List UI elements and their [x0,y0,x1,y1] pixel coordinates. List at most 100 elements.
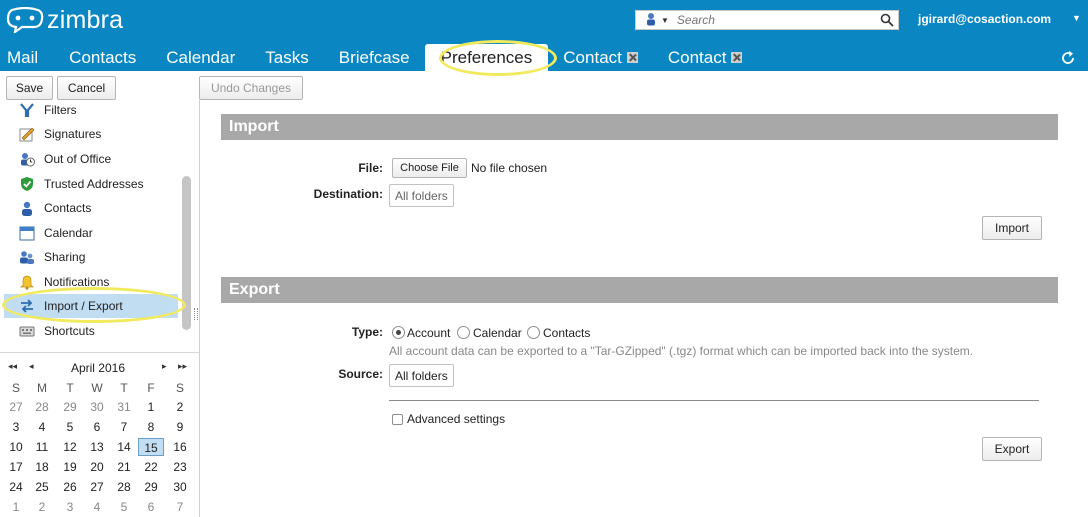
calendar-day[interactable]: 2 [167,398,193,416]
calendar-day[interactable]: 26 [57,478,83,496]
calendar-day[interactable]: 24 [3,478,29,496]
close-tab-icon[interactable] [731,52,743,63]
source-folder-select[interactable]: All folders [389,364,454,387]
calendar-day[interactable]: 1 [138,398,164,416]
search-icon[interactable] [880,13,894,30]
calendar-day[interactable]: 3 [3,418,29,436]
sidebar-item-label: Out of Office [44,152,112,166]
sidebar-item-notifications[interactable]: Notifications [0,270,180,294]
caret-down-icon[interactable]: ▼ [1072,13,1081,23]
tab-contacts[interactable]: Contacts [54,44,151,71]
search-box[interactable]: ▼ [635,10,899,30]
calendar-day[interactable]: 25 [29,478,55,496]
zimbra-logo[interactable]: zimbra [6,6,123,34]
calendar-day[interactable]: 21 [111,458,137,476]
cancel-button[interactable]: Cancel [57,76,116,100]
calendar-day[interactable]: 16 [167,438,193,456]
save-button[interactable]: Save [6,76,53,100]
calendar-day[interactable]: 5 [111,498,137,516]
refresh-icon[interactable] [1059,49,1077,70]
calendar-day[interactable]: 6 [138,498,164,516]
divider [0,352,199,353]
advanced-settings-checkbox[interactable] [392,414,403,425]
tab-mail[interactable]: Mail [0,44,54,71]
user-account-name[interactable]: jgirard@cosaction.com [918,12,1051,26]
calendar-day[interactable]: 14 [111,438,137,456]
type-account-label[interactable]: Account [407,326,450,340]
calendar-day[interactable]: 2 [29,498,55,516]
sidebar-item-sharing[interactable]: Sharing [0,245,180,269]
type-calendar-label[interactable]: Calendar [473,326,522,340]
tab-contact-2[interactable]: Contact [653,44,758,71]
destination-label: Destination: [313,187,383,201]
tab-briefcase[interactable]: Briefcase [324,44,425,71]
sidebar-item-out-of-office[interactable]: Out of Office [0,147,180,171]
choose-file-button[interactable]: Choose File [392,158,467,178]
calendar-day[interactable]: 28 [111,478,137,496]
calendar-day[interactable]: 9 [167,418,193,436]
sidebar-item-trusted-addresses[interactable]: Trusted Addresses [0,172,180,196]
calendar-day[interactable]: 8 [138,418,164,436]
calendar-day[interactable]: 4 [29,418,55,436]
advanced-settings-label[interactable]: Advanced settings [407,412,505,426]
sidebar-item-filters[interactable]: Filters [0,100,180,122]
tab-tasks[interactable]: Tasks [250,44,323,71]
type-calendar-radio[interactable] [457,326,470,339]
search-type-caret-icon[interactable]: ▼ [661,16,669,25]
calendar-day[interactable]: 5 [57,418,83,436]
calendar-day[interactable]: 27 [3,398,29,416]
calendar-day[interactable]: 15 [138,438,164,456]
sidebar-item-contacts[interactable]: Contacts [0,196,180,220]
search-type-person-icon[interactable] [646,12,656,29]
calendar-day[interactable]: 7 [167,498,193,516]
sidebar-scrollbar[interactable] [182,176,191,330]
weekday-header: F [147,381,155,395]
export-type-hint: All account data can be exported to a "T… [389,344,974,358]
next-year-icon[interactable]: ▸▸ [178,361,187,372]
calendar-day[interactable]: 29 [57,398,83,416]
pane-splitter-handle[interactable] [194,308,198,320]
sidebar-item-label: Notifications [44,275,110,289]
calendar-day[interactable]: 27 [84,478,110,496]
calendar-day[interactable]: 19 [57,458,83,476]
sidebar-item-signatures[interactable]: Signatures [0,122,180,146]
calendar-day[interactable]: 12 [57,438,83,456]
calendar-day[interactable]: 4 [84,498,110,516]
tab-preferences[interactable]: Preferences [424,44,549,71]
close-tab-icon[interactable] [626,52,638,63]
calendar-day[interactable]: 22 [138,458,164,476]
calendar-day[interactable]: 31 [111,398,137,416]
calendar-day[interactable]: 10 [3,438,29,456]
calendar-day[interactable]: 28 [29,398,55,416]
import-export-icon [17,297,37,315]
calendar-day[interactable]: 30 [167,478,193,496]
calendar-day[interactable]: 11 [29,438,55,456]
type-account-radio[interactable] [392,326,405,339]
calendar-day[interactable]: 7 [111,418,137,436]
calendar-day[interactable]: 30 [84,398,110,416]
export-button[interactable]: Export [982,437,1042,461]
undo-changes-button[interactable]: Undo Changes [199,76,303,100]
calendar-day[interactable]: 29 [138,478,164,496]
contact-person-icon [17,199,37,217]
calendar-day[interactable]: 1 [3,498,29,516]
tab-contact-1[interactable]: Contact [548,44,653,71]
mini-calendar-header: ◂◂ ◂ April 2016 ▸ ▸▸ [0,360,196,376]
tab-calendar[interactable]: Calendar [151,44,250,71]
import-button[interactable]: Import [982,216,1042,240]
calendar-day[interactable]: 13 [84,438,110,456]
sidebar-item-import-export[interactable]: Import / Export [4,294,178,318]
calendar-day[interactable]: 18 [29,458,55,476]
sidebar-item-shortcuts[interactable]: Shortcuts [0,319,180,343]
sidebar-item-calendar[interactable]: Calendar [0,221,180,245]
type-contacts-radio[interactable] [527,326,540,339]
destination-folder-select[interactable]: All folders [389,184,454,207]
calendar-day[interactable]: 17 [3,458,29,476]
calendar-day[interactable]: 3 [57,498,83,516]
calendar-day[interactable]: 23 [167,458,193,476]
search-input[interactable] [676,13,867,27]
calendar-day[interactable]: 20 [84,458,110,476]
calendar-day[interactable]: 6 [84,418,110,436]
type-contacts-label[interactable]: Contacts [543,326,590,340]
next-month-icon[interactable]: ▸ [162,361,167,372]
